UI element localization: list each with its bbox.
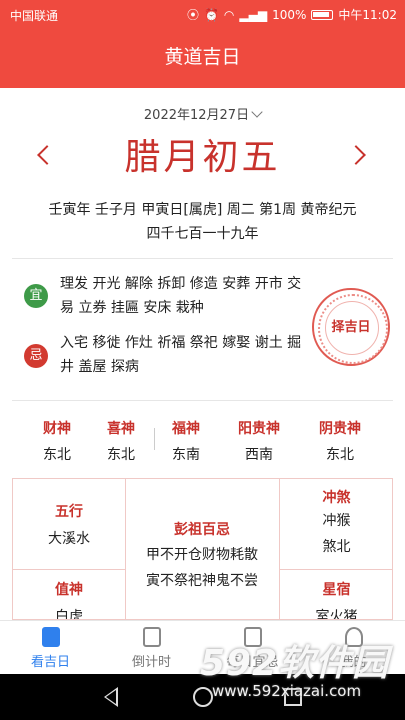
chongsha-line: 煞北: [322, 539, 351, 555]
tab-label: 倒计时: [131, 655, 171, 670]
pengzu-line: 寅不祭祀神鬼不尝: [146, 573, 258, 589]
yi-activities: 理发 开光 解除 拆卸 修造 安葬 开市 交易 立券 挂匾 安床 栽种: [60, 276, 302, 316]
wuxing-title: 五行: [55, 504, 83, 520]
xingxiu-value: 室火猪: [315, 609, 358, 620]
grid-line: [279, 569, 392, 570]
god-item-caishen: 财神 东北: [22, 418, 92, 464]
pengzu-line: 甲不开仓财物耗散: [146, 547, 258, 563]
god-direction: 东北: [43, 447, 71, 463]
god-direction: 东南: [172, 447, 200, 463]
watermark: 592软件园 www.592xiazai.com: [200, 634, 405, 704]
chongsha-title: 冲煞: [322, 490, 351, 506]
ganzhi-info: 壬寅年 壬子月 甲寅日[属虎] 周二 第1周 黄帝纪元四千七百一十九年: [48, 202, 357, 242]
god-item-yinguishen: 阴贵神 东北: [305, 418, 375, 464]
god-title: 财神: [43, 421, 71, 437]
wuxing-value: 大溪水: [48, 531, 90, 547]
chongsha-line: 冲猴: [322, 513, 351, 529]
app-header: 中国联通 ⦿ ⏰ ◠ ▂▄▆ 100% 中午11:02 黄道吉日: [0, 0, 405, 88]
pengzu-cell: 彭祖百忌 甲不开仓财物耗散 寅不祭祀神鬼不尝: [125, 519, 279, 593]
gods-row: 财神 东北 喜神 东北 福神 东南 阳贵神 西南 阴贵神 东北: [0, 418, 405, 470]
wuxing-cell: 五行 大溪水: [13, 501, 125, 551]
page-title: 黄道吉日: [164, 46, 241, 68]
god-title: 福神: [172, 421, 200, 437]
pengzu-title: 彭祖百忌: [174, 522, 230, 538]
battery-percent: 100%: [272, 7, 307, 22]
zhishen-value: 白虎: [55, 609, 83, 620]
chevron-down-icon: [251, 106, 263, 118]
seal-label: 择吉日: [331, 320, 371, 335]
watermark-url: www.592xiazai.com: [212, 682, 362, 700]
battery-icon: [311, 9, 334, 20]
date-picker[interactable]: 2022年12月27日: [0, 104, 405, 123]
chongsha-cell: 冲煞 冲猴 煞北: [279, 487, 392, 559]
zhishen-title: 值神: [55, 582, 83, 598]
xingxiu-cell: 星宿 室火猪: [279, 579, 392, 620]
wifi-icon: ◠: [223, 7, 235, 22]
grid-line: [13, 569, 125, 570]
god-title: 阴贵神: [319, 421, 361, 437]
gregorian-date: 2022年12月27日: [143, 108, 250, 123]
zhishen-cell: 值神 白虎: [13, 579, 125, 620]
god-title: 阳贵神: [238, 421, 280, 437]
chevron-right-icon: [346, 145, 366, 165]
alarm-icon: ⏰: [203, 7, 219, 22]
god-direction: 东北: [107, 447, 135, 463]
carrier-label: 中国联通: [10, 9, 59, 23]
back-icon[interactable]: [104, 687, 118, 707]
calendar-doc-icon: [41, 627, 60, 647]
xingxiu-title: 星宿: [322, 582, 351, 598]
tab-countdown[interactable]: 倒计时: [101, 627, 202, 670]
god-item-fushen: 福神 东南: [151, 418, 221, 464]
status-right: ⦿ ⏰ ◠ ▂▄▆ 100% 中午11:02: [187, 6, 397, 23]
status-bar: 中国联通 ⦿ ⏰ ◠ ▂▄▆ 100% 中午11:02: [0, 0, 405, 30]
status-time: 中午11:02: [338, 8, 397, 22]
ji-activities: 入宅 移徙 作灶 祈福 祭祀 嫁娶 谢土 掘井 盖屋 探病: [60, 335, 302, 375]
watermark-brand: 592软件园: [200, 643, 390, 684]
god-direction: 西南: [245, 447, 273, 463]
tab-label: 看吉日: [30, 655, 70, 670]
god-item-xishen: 喜神 东北: [86, 418, 156, 464]
next-day-button[interactable]: [345, 140, 375, 170]
god-direction: 东北: [326, 447, 354, 463]
divider: [12, 400, 393, 401]
god-title: 喜神: [107, 421, 135, 437]
god-item-yangguishen: 阳贵神 西南: [224, 418, 294, 464]
divider: [12, 258, 393, 259]
almanac-grid: 五行 大溪水 彭祖百忌 甲不开仓财物耗散 寅不祭祀神鬼不尝 冲煞 冲猴 煞北 值…: [12, 478, 393, 620]
tab-lucky-day[interactable]: 看吉日: [0, 627, 101, 670]
signal-icon: ▂▄▆: [239, 7, 268, 22]
choose-lucky-day-button[interactable]: 择吉日: [312, 288, 390, 366]
ji-badge: 忌: [24, 344, 48, 368]
yi-badge: 宜: [24, 284, 48, 308]
list-doc-icon: [142, 627, 161, 647]
location-icon: ⦿: [186, 8, 199, 22]
